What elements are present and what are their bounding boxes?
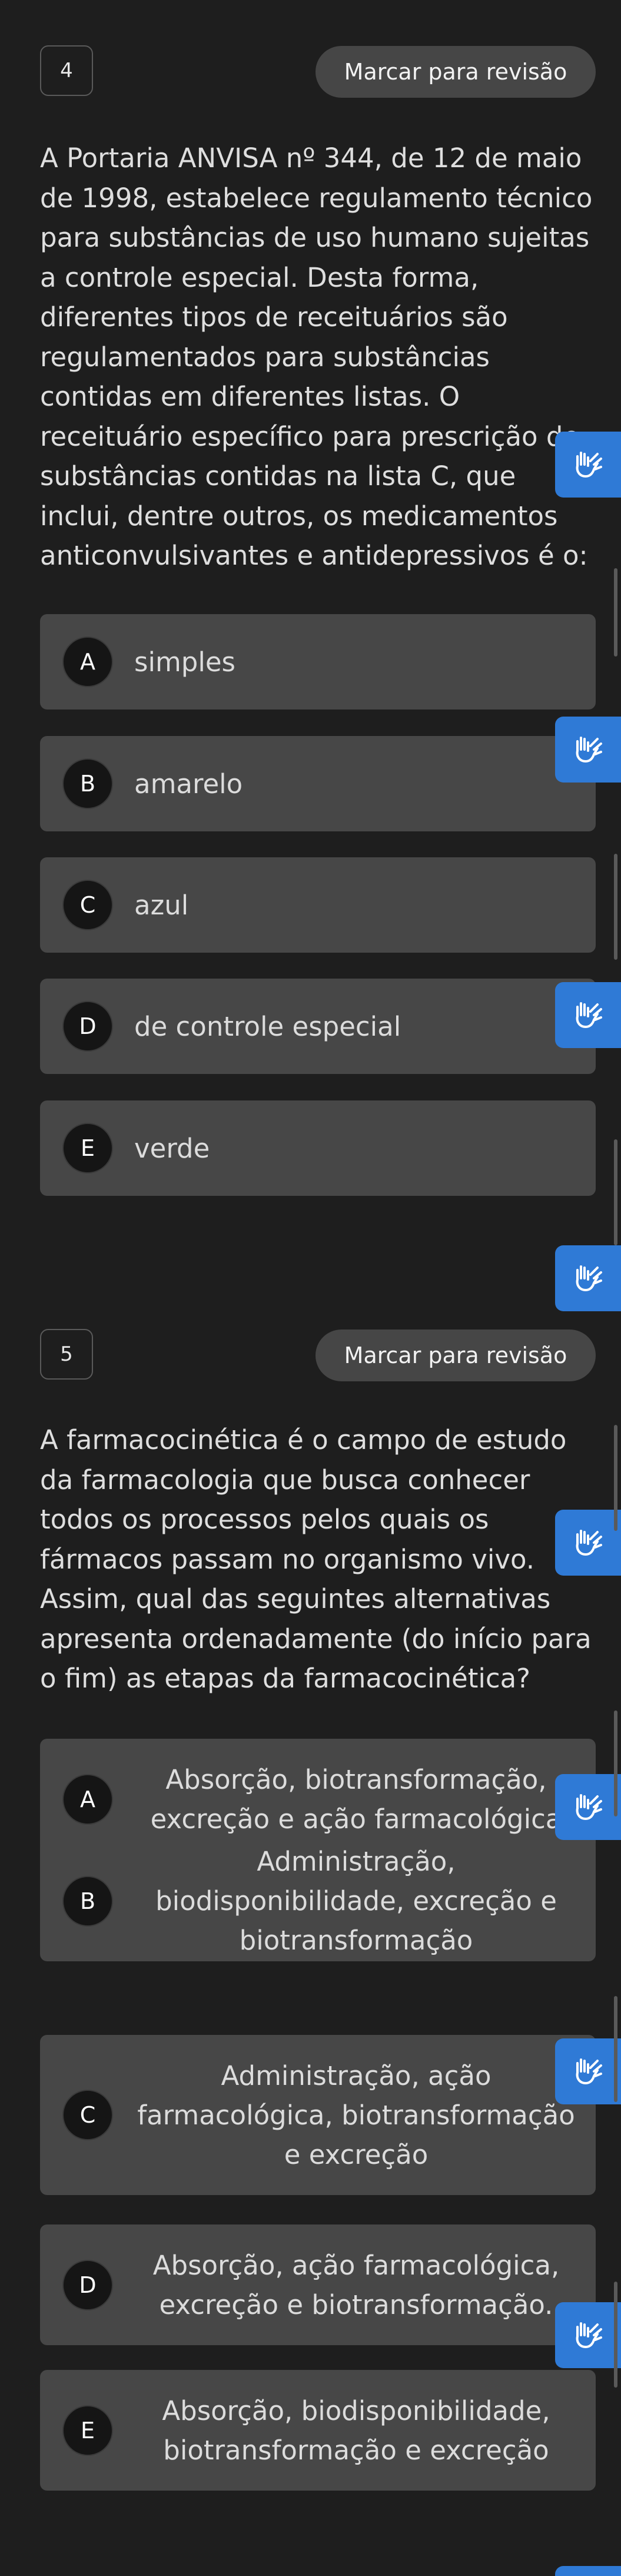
sign-language-button[interactable]	[555, 432, 621, 498]
option-c[interactable]: C azul	[40, 857, 596, 953]
option-letter: D	[62, 2259, 113, 2310]
question-5: 5 Marcar para revisão A farmacocinética …	[40, 1329, 596, 1859]
option-d[interactable]: D de controle especial	[40, 979, 596, 1074]
option-text: de controle especial	[134, 1010, 401, 1042]
scrollbar[interactable]	[614, 1139, 617, 1245]
question-4: 4 Marcar para revisão A Portaria ANVISA …	[40, 45, 596, 1196]
sign-language-hand-icon	[576, 1002, 602, 1028]
question-number: 5	[40, 1329, 93, 1380]
option-b[interactable]: B amarelo	[40, 736, 596, 831]
option-letter: A	[62, 636, 113, 687]
option-a[interactable]: A simples	[40, 614, 596, 710]
scrollbar[interactable]	[614, 1996, 617, 2102]
sign-language-button[interactable]	[555, 2302, 621, 2368]
option-text: Absorção, biotransformação, excreção e a…	[150, 1763, 562, 1835]
question-text: A farmacocinética é o campo de estudo da…	[40, 1424, 592, 1694]
sign-language-hand-icon	[576, 737, 602, 762]
question-header: 4 Marcar para revisão	[40, 45, 596, 98]
sign-language-hand-icon	[576, 1530, 602, 1556]
mark-for-review-button[interactable]: Marcar para revisão	[316, 46, 596, 98]
question-text: A Portaria ANVISA nº 344, de 12 de maio …	[40, 142, 593, 571]
sign-language-button[interactable]	[555, 1774, 621, 1840]
scrollbar[interactable]	[614, 1425, 617, 1531]
sign-language-hand-icon	[576, 1265, 602, 1291]
option-text: Absorção, ação farmacológica, excreção e…	[152, 2249, 560, 2320]
mark-for-review-button[interactable]: Marcar para revisão	[316, 1330, 596, 1381]
option-letter: E	[62, 2405, 113, 2456]
sign-language-button[interactable]	[555, 1245, 621, 1311]
option-b[interactable]: B Administração, biodisponibilidade, exc…	[40, 1841, 596, 1961]
option-e[interactable]: E Absorção, biodisponibilidade, biotrans…	[40, 2370, 596, 2491]
sign-language-button[interactable]	[555, 1510, 621, 1576]
option-text: simples	[134, 646, 235, 678]
question-number: 4	[40, 45, 93, 96]
scrollbar[interactable]	[614, 1710, 617, 1816]
option-letter: B	[62, 758, 113, 809]
question-header: 5 Marcar para revisão	[40, 1329, 596, 1381]
sign-language-button[interactable]	[555, 717, 621, 783]
option-letter: E	[62, 1123, 113, 1173]
sign-language-hand-icon	[576, 452, 602, 478]
option-letter: A	[62, 1773, 113, 1825]
scrollbar[interactable]	[614, 854, 617, 960]
scrollbar[interactable]	[614, 2282, 617, 2388]
option-letter: C	[62, 2090, 113, 2140]
option-c[interactable]: C Administração, ação farmacológica, bio…	[40, 2035, 596, 2195]
scrollbar[interactable]	[614, 568, 617, 657]
sign-language-hand-icon	[576, 2322, 602, 2348]
sign-language-button[interactable]	[555, 982, 621, 1048]
option-text: azul	[134, 889, 189, 921]
option-d[interactable]: D Absorção, ação farmacológica, excreção…	[40, 2224, 596, 2345]
option-e[interactable]: E verde	[40, 1100, 596, 1196]
option-text: Administração, ação farmacológica, biotr…	[137, 2060, 575, 2170]
sign-language-hand-icon	[576, 2058, 602, 2084]
option-text: Absorção, biodisponibilidade, biotransfo…	[162, 2395, 550, 2466]
option-letter: B	[62, 1875, 113, 1927]
option-letter: D	[62, 1001, 113, 1052]
option-text: verde	[134, 1132, 210, 1164]
sign-language-button[interactable]	[555, 2038, 621, 2104]
option-letter: C	[62, 880, 113, 930]
sign-language-button[interactable]	[555, 2566, 621, 2576]
sign-language-hand-icon	[576, 1794, 602, 1820]
option-text: Administração, biodisponibilidade, excre…	[155, 1846, 557, 1956]
option-text: amarelo	[134, 768, 243, 800]
